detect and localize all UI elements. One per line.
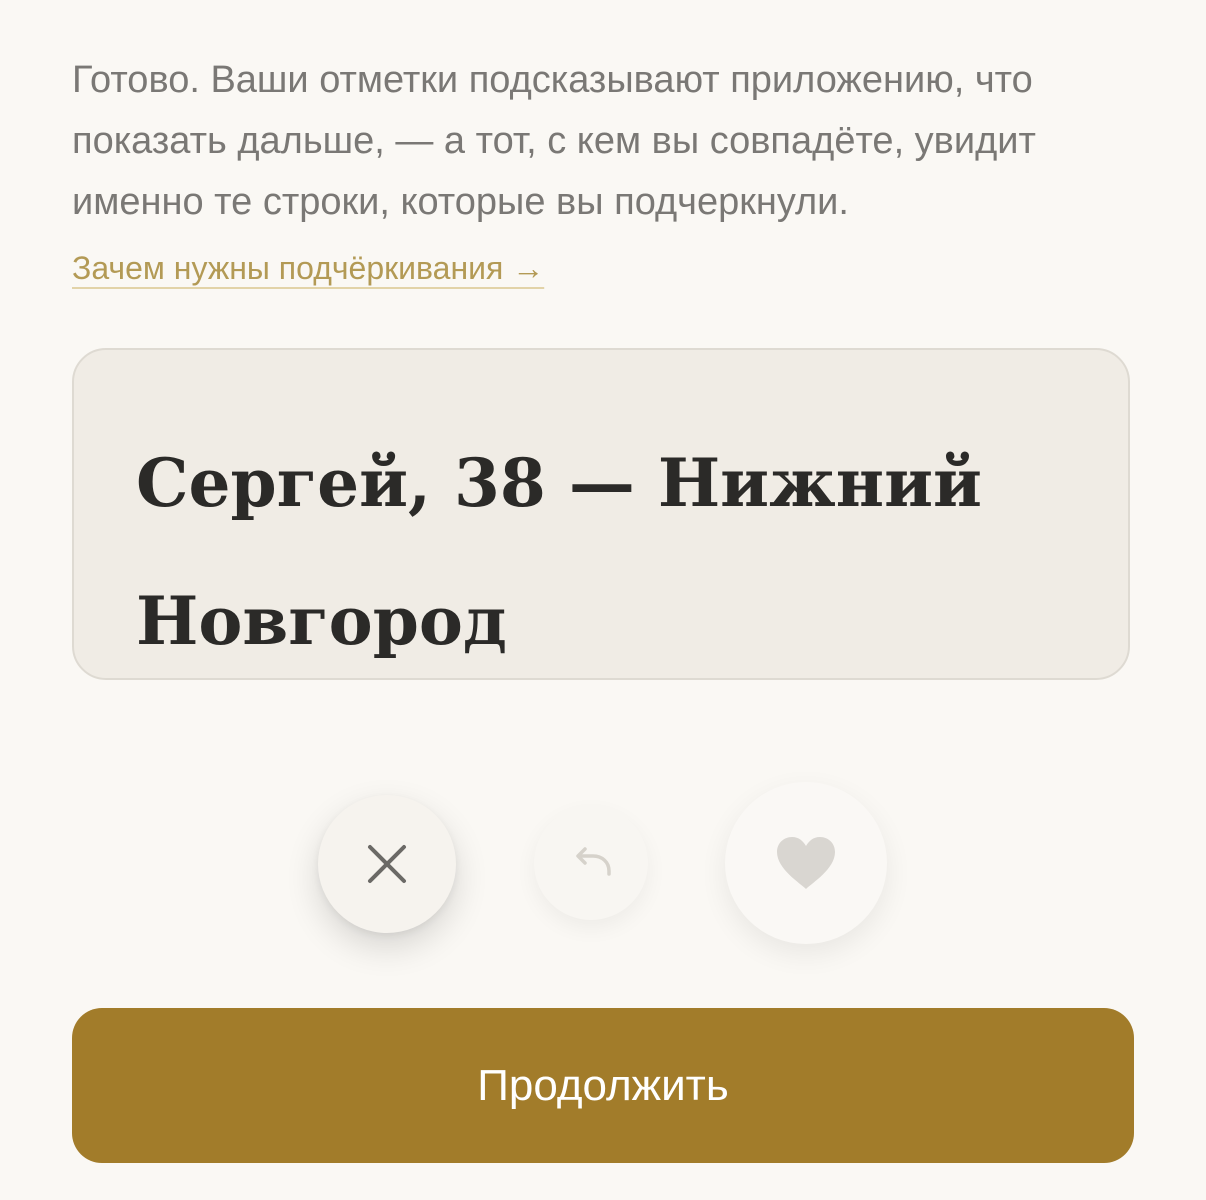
like-button[interactable] [725,782,887,944]
heart-icon [775,835,837,891]
continue-button[interactable]: Продолжить [72,1008,1134,1163]
undo-icon [569,846,613,880]
pass-button[interactable] [318,795,456,933]
profile-title: Сергей, 38 — Нижний Новгород [136,444,982,660]
profile-card: Сергей, 38 — Нижний Новгород [72,348,1130,680]
why-underlines-link[interactable]: Зачем нужны подчёркивания → [72,246,544,290]
close-icon [367,844,407,884]
intro-text: Готово. Ваши отметки подсказывают прилож… [72,59,1036,223]
undo-button[interactable] [534,806,648,920]
